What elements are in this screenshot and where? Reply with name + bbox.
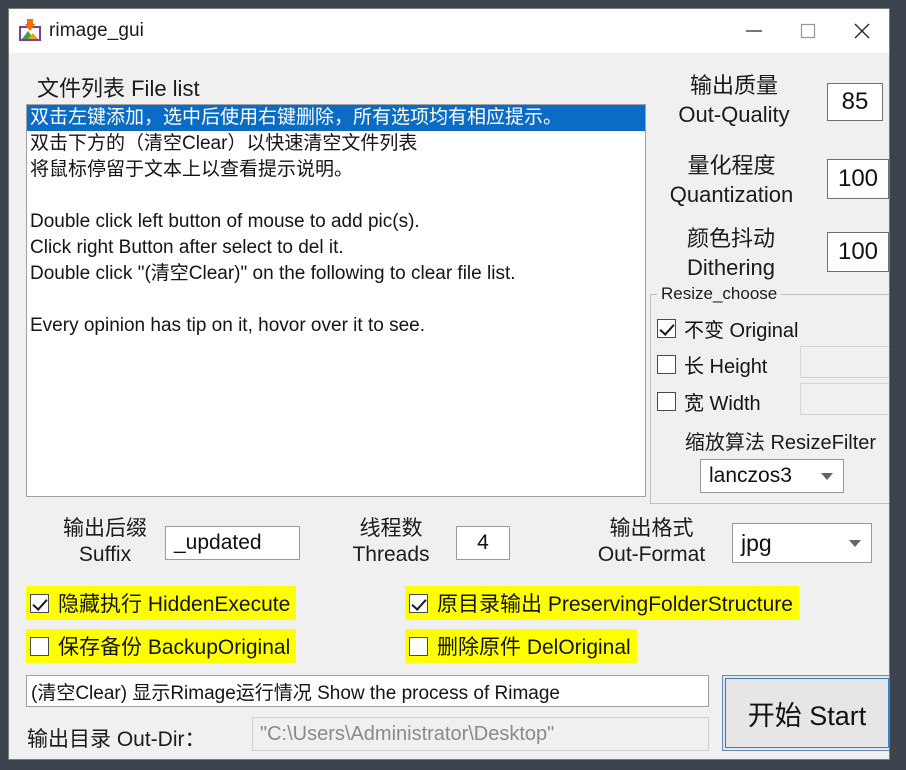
checkbox-original-label: 不变 Original [684, 320, 799, 342]
status-log-box[interactable]: (清空Clear) 显示Rimage运行情况 Show the process … [26, 675, 709, 707]
file-list-box[interactable]: 双击左键添加，选中后使用右键删除，所有选项均有相应提示。 双击下方的（清空Cle… [26, 104, 646, 497]
minimize-icon[interactable] [727, 9, 781, 53]
quantization-label: 量化程度 Quantization [639, 151, 824, 209]
checkbox-hidden-execute-label: 隐藏执行 HiddenExecute [58, 593, 291, 616]
resize-choose-title: Resize_choose [657, 284, 782, 304]
resize-filter-label: 缩放算法 ResizeFilter [684, 432, 877, 454]
suffix-label: 输出后缀 Suffix [45, 516, 165, 568]
start-button[interactable]: 开始 Start [722, 675, 889, 751]
suffix-label-cn: 输出后缀 [63, 517, 147, 540]
out-format-select[interactable]: jpg [732, 523, 872, 563]
chevron-down-icon [821, 472, 833, 480]
checkbox-preserving-folder-structure-label: 原目录输出 PreservingFolderStructure [437, 593, 793, 616]
list-item[interactable]: 将鼠标停留于文本上以查看提示说明。 [27, 157, 645, 183]
width-input[interactable] [800, 383, 889, 415]
out-format-value: jpg [741, 529, 772, 556]
checkbox-height-label: 长 Height [684, 356, 768, 378]
dithering-label-cn: 颜色抖动 [686, 226, 775, 251]
list-item[interactable]: Double click left button of mouse to add… [27, 209, 645, 235]
out-format-label: 输出格式 Out-Format [584, 516, 719, 568]
list-item[interactable]: Every opinion has tip on it, hovor over … [27, 313, 645, 339]
out-quality-input[interactable]: 85 [827, 83, 883, 121]
list-item[interactable]: Click right Button after select to del i… [27, 235, 645, 261]
checkbox-height-box[interactable] [657, 355, 676, 374]
out-quality-label-en: Out-Quality [678, 102, 790, 127]
window-controls [727, 9, 889, 53]
close-icon[interactable] [835, 9, 889, 53]
list-item[interactable] [27, 183, 645, 209]
checkbox-width-label: 宽 Width [684, 393, 761, 415]
checkbox-original[interactable]: 不变 Original [657, 314, 798, 343]
quantization-input[interactable]: 100 [827, 159, 889, 199]
app-image-download-icon [19, 19, 41, 42]
resize-filter-select[interactable]: lanczos3 [700, 459, 844, 493]
list-item[interactable] [27, 287, 645, 313]
checkbox-del-original-label: 删除原件 DelOriginal [437, 636, 631, 659]
out-format-label-cn: 输出格式 [609, 517, 694, 540]
dithering-label: 颜色抖动 Dithering [641, 224, 821, 282]
checkbox-height[interactable]: 长 Height [657, 350, 767, 379]
list-item[interactable]: Double click "(清空Clear)" on the followin… [27, 261, 645, 287]
file-list-label: 文件列表 File list [37, 76, 200, 101]
checkbox-width-box[interactable] [657, 392, 676, 411]
dithering-input[interactable]: 100 [827, 232, 889, 272]
start-button-label: 开始 Start [747, 700, 867, 731]
window-title: rimage_gui [49, 20, 144, 41]
threads-label: 线程数 Threads [336, 516, 446, 568]
quantization-label-en: Quantization [669, 182, 794, 207]
out-format-label-en: Out-Format [597, 543, 706, 566]
out-quality-label-cn: 输出质量 [689, 73, 778, 98]
suffix-label-en: Suffix [78, 543, 132, 566]
app-window: rimage_gui 文件列表 File list 双击左键添加，选中后使用右键… [8, 8, 890, 760]
resize-filter-value: lanczos3 [709, 464, 792, 487]
checkbox-preserving-folder-structure[interactable]: 原目录输出 PreservingFolderStructure [405, 586, 799, 620]
threads-label-en: Threads [352, 543, 430, 566]
title-bar: rimage_gui [9, 9, 889, 53]
quantization-label-cn: 量化程度 [687, 153, 776, 178]
out-quality-label: 输出质量 Out-Quality [649, 71, 819, 129]
checkbox-del-original-box[interactable] [409, 636, 428, 656]
out-dir-label: 输出目录 Out-Dir： [27, 728, 206, 751]
checkbox-width[interactable]: 宽 Width [657, 387, 761, 416]
list-item[interactable]: 双击下方的（清空Clear）以快速清空文件列表 [27, 131, 645, 157]
chevron-down-icon [849, 539, 861, 547]
checkbox-backup-original[interactable]: 保存备份 BackupOriginal [26, 629, 297, 663]
out-dir-input[interactable]: "C:\Users\Administrator\Desktop" [252, 717, 709, 751]
checkbox-original-box[interactable] [657, 319, 676, 338]
threads-input[interactable]: 4 [456, 526, 510, 560]
checkbox-hidden-execute-box[interactable] [30, 593, 49, 613]
suffix-input[interactable]: _updated [165, 526, 300, 560]
maximize-icon[interactable] [781, 9, 835, 53]
checkbox-preserving-folder-structure-box[interactable] [409, 593, 428, 613]
height-input[interactable] [800, 346, 889, 378]
checkbox-del-original[interactable]: 删除原件 DelOriginal [405, 629, 637, 663]
checkbox-backup-original-label: 保存备份 BackupOriginal [58, 636, 291, 659]
threads-label-cn: 线程数 [359, 517, 423, 540]
list-item[interactable]: 双击左键添加，选中后使用右键删除，所有选项均有相应提示。 [27, 105, 645, 131]
dithering-label-en: Dithering [686, 255, 776, 280]
checkbox-hidden-execute[interactable]: 隐藏执行 HiddenExecute [26, 586, 297, 620]
checkbox-backup-original-box[interactable] [30, 636, 49, 656]
